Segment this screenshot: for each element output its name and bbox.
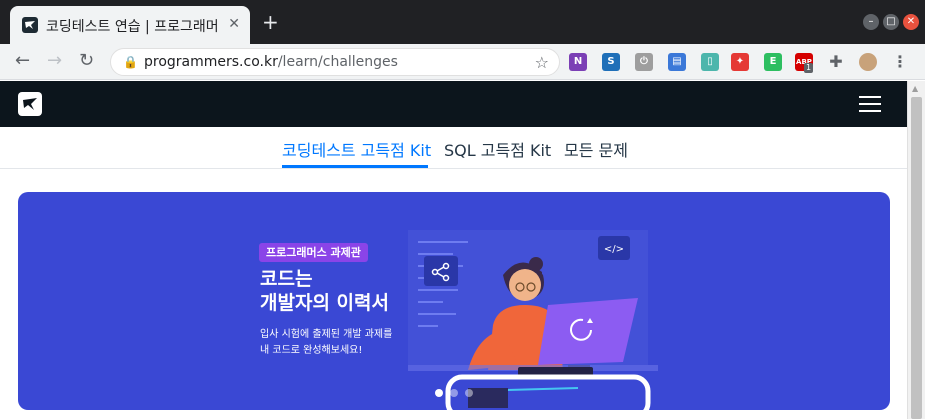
- active-tab-indicator: [282, 165, 428, 168]
- challenge-subnav: 코딩테스트 고득점 Kit SQL 고득점 Kit 모든 문제: [0, 127, 907, 169]
- back-button[interactable]: ←: [15, 51, 30, 71]
- tab-close-icon[interactable]: ✕: [228, 16, 240, 32]
- programmers-favicon-icon: [22, 17, 38, 33]
- maximize-button[interactable]: □: [883, 14, 899, 30]
- banner-headline: 코드는 개발자의 이력서: [260, 268, 389, 314]
- evernote-extension-icon[interactable]: E: [764, 53, 782, 71]
- carousel-dot-1[interactable]: [435, 389, 443, 397]
- page-scrollbar[interactable]: ▲: [907, 81, 925, 419]
- minimize-button[interactable]: –: [863, 14, 879, 30]
- tab-title: 코딩테스트 연습 | 프로그래머: [46, 19, 219, 35]
- reload-button[interactable]: ↻: [79, 51, 94, 71]
- book-extension-icon[interactable]: ▯: [701, 53, 719, 71]
- tab-coding-test-kit[interactable]: 코딩테스트 고득점 Kit: [282, 137, 431, 161]
- banner-badge: 프로그래머스 과제관: [259, 243, 368, 262]
- address-bar[interactable]: 🔒 programmers.co.kr/learn/challenges ☆: [110, 48, 560, 76]
- hamburger-menu-icon[interactable]: [859, 96, 881, 112]
- browser-tab[interactable]: 코딩테스트 연습 | 프로그래머 ✕: [10, 6, 250, 44]
- puzzle-extension-icon[interactable]: ✚: [827, 53, 845, 71]
- forward-button[interactable]: →: [47, 51, 62, 71]
- tab-all-problems[interactable]: 모든 문제: [564, 137, 628, 161]
- browser-titlebar: 코딩테스트 연습 | 프로그래머 ✕ + – □ ✕: [0, 0, 925, 44]
- code-icon-label: </>: [604, 244, 624, 255]
- url-text: programmers.co.kr/learn/challenges: [144, 54, 398, 70]
- developer-illustration: </>: [408, 230, 658, 410]
- programmers-logo-icon[interactable]: [18, 92, 42, 116]
- reader-extension-icon[interactable]: ▤: [668, 53, 686, 71]
- colorful-extension-icon[interactable]: ✦: [731, 53, 749, 71]
- scroll-thumb[interactable]: [911, 97, 922, 419]
- tab-sql-kit[interactable]: SQL 고득점 Kit: [444, 137, 551, 161]
- carousel-dot-3[interactable]: [465, 389, 473, 397]
- power-extension-icon[interactable]: ⏻: [635, 53, 653, 71]
- promo-banner[interactable]: 프로그래머스 과제관 코드는 개발자의 이력서 입사 시험에 출제된 개발 과제…: [18, 192, 890, 410]
- scroll-up-arrow-icon[interactable]: ▲: [912, 84, 918, 93]
- lock-icon: 🔒: [123, 55, 138, 69]
- site-header: [0, 81, 907, 127]
- bookmark-star-icon[interactable]: ☆: [535, 53, 549, 72]
- share-icon: [424, 256, 458, 286]
- banner-description: 입사 시험에 출제된 개발 과제를 내 코드로 완성해보세요!: [260, 329, 393, 356]
- page-viewport: 코딩테스트 고득점 Kit SQL 고득점 Kit 모든 문제 프로그래머스 과…: [0, 81, 907, 419]
- close-window-button[interactable]: ✕: [903, 14, 919, 30]
- menu-extension-icon[interactable]: ⋮: [891, 53, 909, 71]
- carousel-dot-2[interactable]: [450, 389, 458, 397]
- onenote-extension-icon[interactable]: N: [569, 53, 587, 71]
- s-ext-extension-icon[interactable]: S: [602, 53, 620, 71]
- profile-extension-icon[interactable]: [859, 53, 877, 71]
- adblock-count-badge: 1: [804, 63, 814, 73]
- new-tab-button[interactable]: +: [262, 12, 279, 32]
- browser-toolbar: ← → ↻ 🔒 programmers.co.kr/learn/challeng…: [0, 44, 925, 80]
